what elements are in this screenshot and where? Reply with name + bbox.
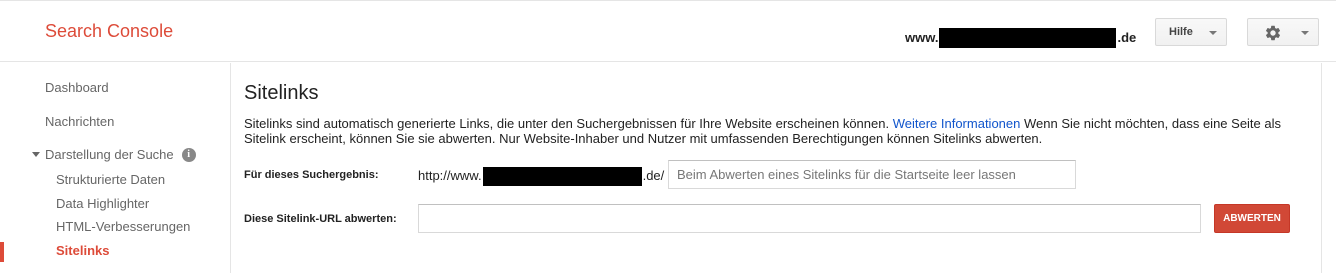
sidebar-group-label: Darstellung der Suche	[45, 147, 174, 162]
sidebar-item-darstellung-der-suche[interactable]: Darstellung der Suche i	[32, 147, 196, 162]
redacted-block	[482, 167, 642, 186]
url-prefix: http://www.	[418, 168, 482, 183]
site-prefix: www.	[905, 29, 939, 45]
search-result-label: Für dieses Suchergebnis:	[244, 169, 379, 181]
sidebar-item-sitelinks[interactable]: Sitelinks	[56, 243, 109, 258]
app-logo[interactable]: Search Console	[45, 21, 173, 42]
demote-url-input[interactable]	[418, 204, 1201, 233]
chevron-down-icon	[1209, 31, 1217, 35]
sidebar-item-strukturierte-daten[interactable]: Strukturierte Daten	[56, 172, 165, 187]
page-title: Sitelinks	[244, 82, 319, 104]
more-info-link[interactable]: Weitere Informationen	[893, 116, 1021, 131]
page-description: Sitelinks sind automatisch generierte Li…	[244, 116, 1306, 146]
sidebar-item-html-verbesserungen[interactable]: HTML-Verbesserungen	[56, 219, 190, 234]
active-indicator	[0, 242, 4, 262]
site-selector[interactable]: www. .de	[905, 27, 1137, 48]
url-suffix: .de/	[642, 168, 665, 183]
demote-url-label: Diese Sitelink-URL abwerten:	[244, 213, 397, 225]
redacted-block	[939, 28, 1117, 48]
help-label: Hilfe	[1169, 26, 1193, 38]
gear-icon	[1265, 25, 1281, 41]
sidebar-item-dashboard[interactable]: Dashboard	[45, 80, 109, 95]
info-icon[interactable]: i	[181, 147, 196, 162]
search-result-url-input[interactable]	[668, 160, 1076, 189]
triangle-down-icon	[32, 152, 40, 157]
sidebar: Dashboard Nachrichten Darstellung der Su…	[0, 63, 231, 273]
demote-button[interactable]: ABWERTEN	[1214, 204, 1290, 233]
sidebar-item-nachrichten[interactable]: Nachrichten	[45, 114, 114, 129]
sidebar-item-data-highlighter[interactable]: Data Highlighter	[56, 196, 149, 211]
app-header: Search Console www. .de Hilfe	[0, 1, 1336, 62]
settings-button[interactable]	[1247, 18, 1319, 46]
site-url: http://www. .de/	[418, 166, 665, 186]
chevron-down-icon	[1301, 31, 1309, 35]
content-border	[1321, 63, 1322, 273]
help-button[interactable]: Hilfe	[1155, 18, 1227, 46]
site-suffix: .de	[1117, 29, 1137, 45]
description-text: Sitelinks sind automatisch generierte Li…	[244, 116, 893, 131]
